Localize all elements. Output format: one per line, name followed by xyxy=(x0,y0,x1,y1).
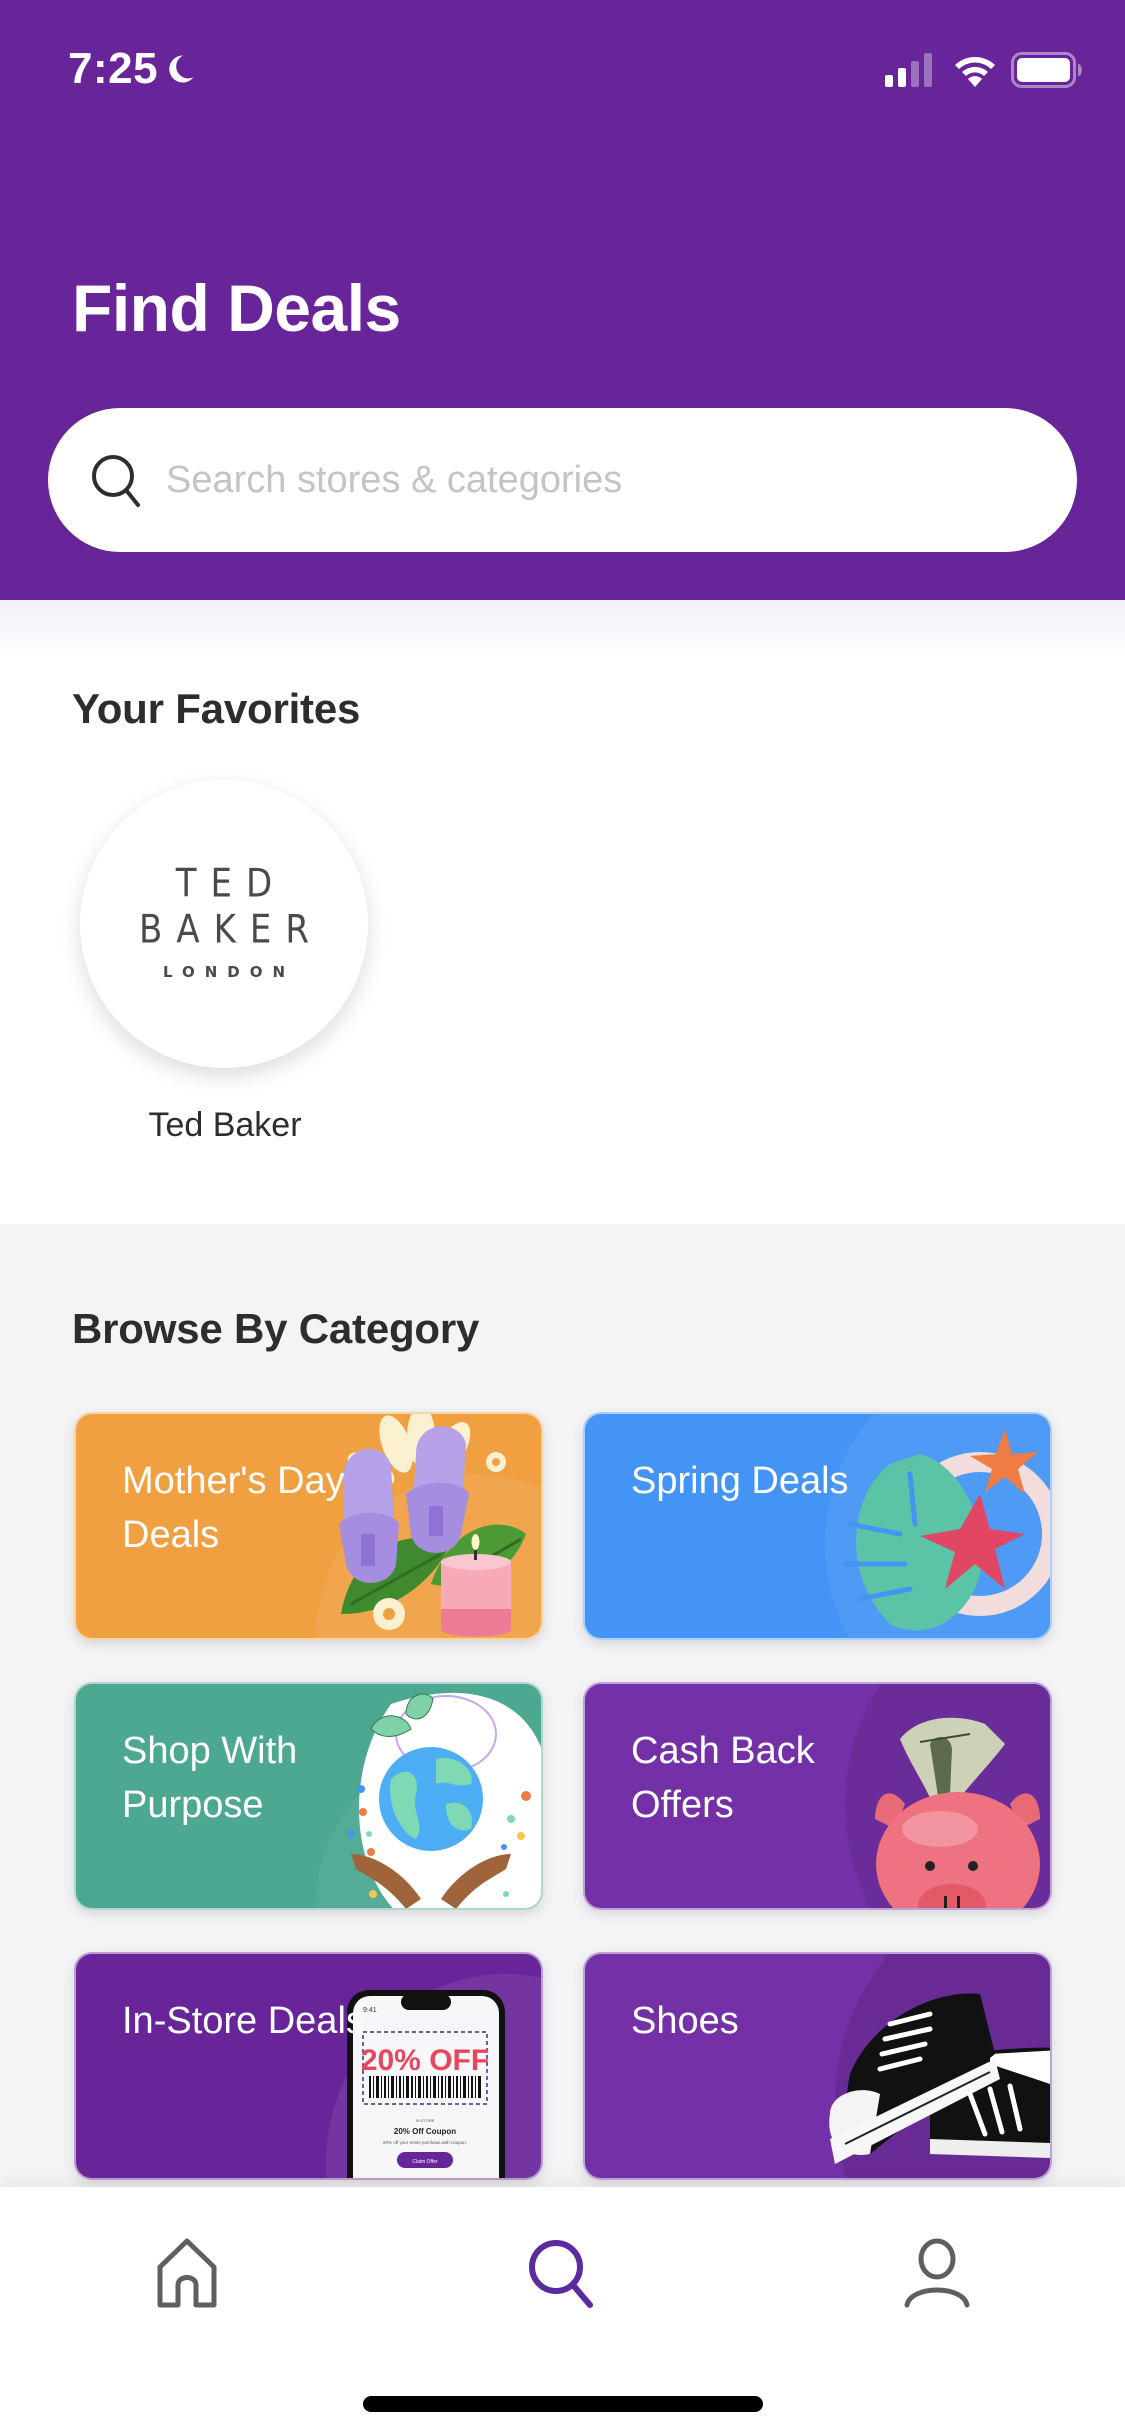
category-label: Shoes xyxy=(631,2000,739,2042)
favorites-title: Your Favorites xyxy=(72,685,361,732)
status-bar-time: 7:25 xyxy=(68,44,198,94)
coupon-title: 20% Off Coupon xyxy=(394,2127,456,2136)
sneakers-image xyxy=(829,1993,1050,2164)
battery-icon xyxy=(1011,52,1082,88)
header: 7:25 Find Deals xyxy=(0,0,1125,600)
category-card-spring-deals[interactable]: Spring Deals xyxy=(583,1412,1052,1640)
coupon-tag: IN STORE xyxy=(416,2118,435,2123)
store-logo[interactable]: TED BAKER LONDON xyxy=(80,780,368,1068)
search-icon xyxy=(529,2240,593,2308)
category-label: Mother's Day Deals xyxy=(122,1460,345,1556)
category-card-mothers-day[interactable]: Mother's Day Deals xyxy=(74,1412,543,1640)
tab-home[interactable] xyxy=(127,2223,247,2323)
tab-search[interactable] xyxy=(502,2223,622,2323)
category-label: Cash Back Offers xyxy=(631,1730,815,1826)
cellular-signal-icon xyxy=(885,53,932,87)
find-deals-screen: 7:25 Find Deals Search stores & categori… xyxy=(0,0,1125,2436)
browse-title: Browse By Category xyxy=(72,1305,480,1352)
category-card-shoes[interactable]: Shoes xyxy=(583,1952,1052,2180)
category-card-in-store-deals[interactable]: In-Store Deals 9:41 20% OFF IN STORE 20%… xyxy=(74,1952,543,2180)
store-name: Ted Baker xyxy=(148,1106,302,1144)
category-card-shop-with-purpose[interactable]: Shop With Purpose xyxy=(74,1682,543,1910)
coupon-headline: 20% OFF xyxy=(361,2044,489,2077)
category-card-cash-back-offers[interactable]: Cash Back Offers xyxy=(583,1682,1052,1910)
category-label: Shop With Purpose xyxy=(122,1730,298,1826)
phone-coupon-image: 9:41 20% OFF IN STORE 20% Off Coupon 20%… xyxy=(347,1990,505,2178)
home-icon xyxy=(157,2238,217,2308)
search-input[interactable] xyxy=(166,458,1046,502)
status-time-text: 7:25 xyxy=(68,44,159,93)
logo-wordmark: TED BAKER xyxy=(139,861,323,953)
favorite-store-ted-baker[interactable]: TED BAKER LONDON Ted Baker xyxy=(80,780,370,1145)
coupon-description: 20% off your entire purchase with coupon… xyxy=(383,2140,467,2145)
favorites-section: Your Favorites TED BAKER LONDON Ted Bake… xyxy=(0,600,1125,1224)
logo-subtitle: LONDON xyxy=(162,963,296,981)
moon-icon xyxy=(169,55,194,83)
status-bar-indicators xyxy=(883,52,1083,88)
category-label: Spring Deals xyxy=(631,1460,849,1502)
search-icon xyxy=(92,455,140,507)
wifi-icon xyxy=(955,57,995,87)
home-indicator[interactable] xyxy=(363,2396,763,2412)
tab-account[interactable] xyxy=(877,2223,997,2323)
coupon-claim-button: Claim Offer xyxy=(412,2159,438,2165)
page-title: Find Deals xyxy=(72,271,401,345)
bottom-tab-bar xyxy=(0,2187,1125,2436)
search-bar[interactable] xyxy=(48,408,1077,552)
person-icon xyxy=(904,2238,970,2308)
category-label: In-Store Deals xyxy=(122,2000,365,2042)
tropical-leaf-flowers-image xyxy=(842,1429,1050,1631)
